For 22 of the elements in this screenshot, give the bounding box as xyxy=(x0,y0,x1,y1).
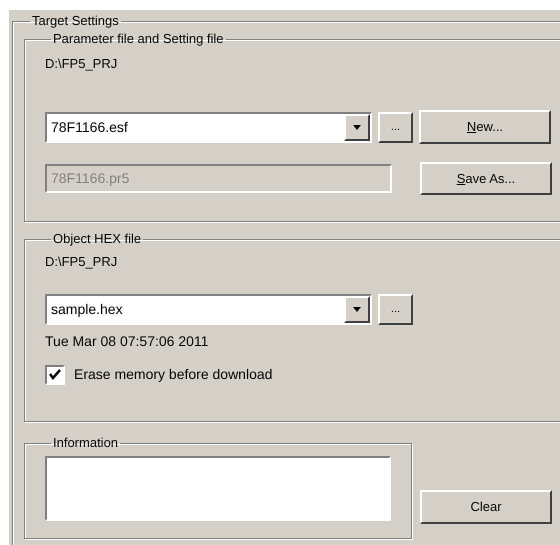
browse-button[interactable]: ... xyxy=(378,294,413,325)
path-label: D:\FP5_PRJ xyxy=(45,253,118,271)
clear-button[interactable]: Clear xyxy=(420,490,552,524)
dropdown-button[interactable] xyxy=(344,114,370,140)
dropdown-field[interactable]: 78F1166.esf xyxy=(45,112,372,142)
group-title: Parameter file and Setting file xyxy=(52,32,225,46)
caret-icon xyxy=(353,124,361,130)
dropdown-button[interactable] xyxy=(344,296,370,323)
check-icon xyxy=(49,369,61,380)
checkbox[interactable] xyxy=(45,364,65,384)
group-title: Information xyxy=(52,436,120,450)
group-title: Object HEX file xyxy=(52,232,142,246)
path-label: D:\FP5_PRJ xyxy=(45,55,118,73)
browse-button[interactable]: ... xyxy=(378,112,413,142)
save-as-button[interactable]: Save As... xyxy=(420,162,552,195)
group-title: Target Settings xyxy=(31,14,120,28)
timestamp-label: Tue Mar 08 07:57:06 2011 xyxy=(45,332,210,351)
information-text-area[interactable] xyxy=(45,456,391,521)
new-button[interactable]: New... xyxy=(419,110,551,144)
dropdown-field[interactable]: sample.hex xyxy=(45,294,372,325)
checkbox-label[interactable]: Erase memory before download xyxy=(74,364,272,385)
caret-icon xyxy=(353,307,361,312)
